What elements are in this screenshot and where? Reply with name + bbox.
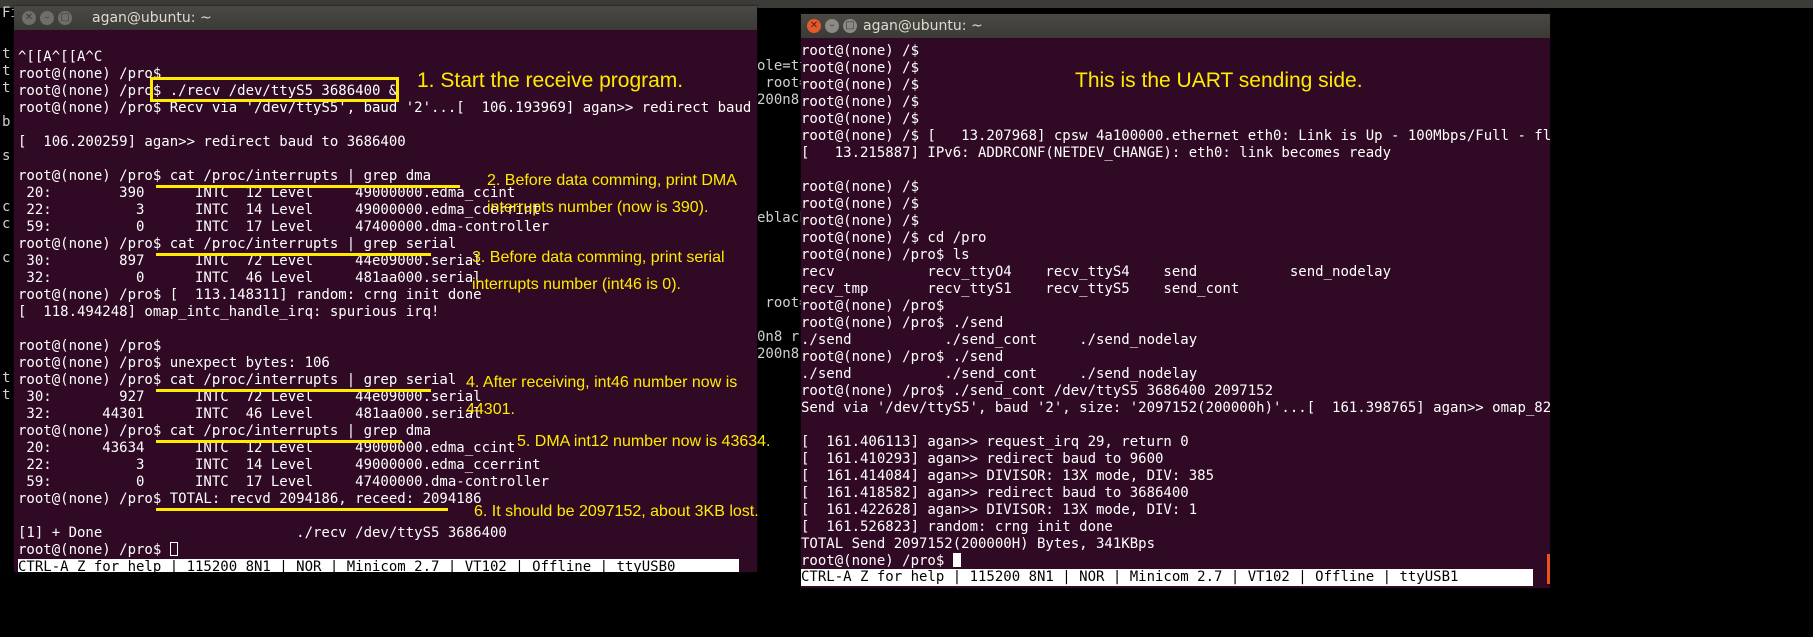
background-fragment-line: b	[2, 114, 11, 130]
background-fragment-line	[2, 131, 10, 148]
close-icon[interactable]: ✕	[807, 19, 821, 33]
background-fragment-line	[2, 182, 10, 199]
window-title: agan@ubuntu: ~	[92, 10, 212, 26]
terminal-line: [ 161.410293] agan>> redirect baud to 96…	[801, 451, 1164, 467]
background-fragment-line: t	[2, 46, 11, 62]
background-window-fragment-left-low: tt	[2, 370, 10, 404]
terminal-line: ^[[A^[[A^C	[18, 49, 103, 65]
background-fragment-line	[2, 233, 10, 250]
background-fragment-line	[2, 97, 10, 114]
minicom-status-bar: CTRL-A Z for help | 115200 8N1 | NOR | M…	[801, 569, 1533, 586]
terminal-line: root@(none) /pro$ ./send	[801, 349, 1004, 365]
maximize-icon[interactable]: □	[843, 19, 857, 33]
window-titlebar[interactable]: ✕ – □ agan@ubuntu: ~	[14, 6, 757, 30]
terminal-line: [ 161.422628] agan>> DIVISOR: 13X mode, …	[801, 502, 1198, 518]
terminal-line: root@(none) /pro$	[801, 553, 1550, 570]
highlight-underline	[156, 185, 460, 188]
terminal-line: root@(none) /pro$	[18, 542, 757, 559]
terminal-line: [ 118.494248] omap_intc_handle_irq: spur…	[18, 304, 440, 320]
background-fragment-line: t	[2, 370, 11, 386]
terminal-line: recv recv_ttyO4 recv_ttyS4 send send_nod…	[801, 264, 1392, 280]
background-fragment-line: c	[2, 199, 11, 215]
terminal-line: recv_tmp recv_ttyS1 recv_ttyS5 send_cont	[801, 281, 1240, 297]
annotation-step-6: 6. It should be 2097152, about 3KB lost.	[474, 503, 759, 520]
background-fragment-line: t	[2, 387, 11, 403]
terminal-line: 59: 0 INTC 17 Level 47400000.dma-control…	[18, 219, 550, 235]
terminal-cursor	[952, 553, 961, 567]
highlight-underline	[156, 508, 448, 511]
terminal-line: root@(none) /$	[801, 179, 920, 195]
annotation-sender-label: This is the UART sending side.	[1075, 69, 1363, 92]
terminal-line: root@(none) /$ [ 13.207968] cpsw 4a10000…	[801, 128, 1550, 144]
annotation-step-2-line-2: interrupts number (now is 390).	[487, 199, 709, 216]
terminal-line: [ 161.414084] agan>> DIVISOR: 13X mode, …	[801, 468, 1215, 484]
terminal-line: root@(none) /pro$	[801, 298, 945, 314]
terminal-line: [ 161.526823] random: crng init done	[801, 519, 1113, 535]
close-icon[interactable]: ✕	[22, 11, 36, 25]
terminal-line: TOTAL Send 2097152(200000H) Bytes, 341KB…	[801, 536, 1156, 552]
background-window-fragment-left: tttbsccc	[2, 46, 10, 267]
terminal-line: Send via '/dev/ttyS5', baud '2', size: '…	[801, 400, 1550, 416]
window-titlebar[interactable]: ✕ – □ agan@ubuntu: ~	[801, 14, 1550, 38]
terminal-line: [1] + Done ./recv /dev/ttyS5 3686400	[18, 525, 507, 541]
annotation-step-4-line-1: 4. After receiving, int46 number now is	[466, 374, 738, 391]
highlight-box-recv-command	[150, 77, 399, 102]
terminal-line: ./send ./send_cont ./send_nodelay	[801, 366, 1198, 382]
background-fragment-line: t	[2, 63, 11, 79]
background-fragment-line: s	[2, 148, 11, 164]
annotation-step-1: 1. Start the receive program.	[417, 69, 684, 92]
terminal-cursor	[169, 542, 178, 556]
terminal-line: 22: 3 INTC 14 Level 49000000.edma_ccerri…	[18, 457, 541, 473]
terminal-line: root@(none) /$	[801, 94, 920, 110]
maximize-icon[interactable]: □	[58, 11, 72, 25]
terminal-line: root@(none) /pro$ ./send	[801, 315, 1004, 331]
background-fragment-line: c	[2, 250, 11, 266]
terminal-line: root@(none) /pro$	[18, 338, 162, 354]
terminal-line: root@(none) /pro$ ls	[801, 247, 970, 263]
terminal-line: root@(none) /$	[801, 111, 920, 127]
terminal-line: root@(none) /$	[801, 196, 920, 212]
minimize-icon[interactable]: –	[40, 11, 54, 25]
terminal-line: root@(none) /$	[801, 213, 920, 229]
terminal-line: root@(none) /pro$ ./send_cont /dev/ttyS5…	[801, 383, 1274, 399]
background-fragment-line	[2, 165, 10, 182]
highlight-underline	[156, 440, 402, 443]
annotation-step-3-line-2: interrupts number (int46 is 0).	[472, 276, 681, 293]
background-fragment-line: c	[2, 216, 11, 232]
background-fragment-line: t	[2, 80, 11, 96]
annotation-step-2-line-1: 2. Before data comming, print DMA	[487, 172, 737, 189]
terminal-line: [ 106.200259] agan>> redirect baud to 36…	[18, 134, 406, 150]
terminal-window-send[interactable]: ✕ – □ agan@ubuntu: ~ root@(none) /$ root@…	[801, 14, 1550, 588]
annotation-step-3-line-1: 3. Before data comming, print serial	[472, 249, 725, 266]
terminal-line: ./send ./send_cont ./send_nodelay	[801, 332, 1198, 348]
terminal-line: root@(none) /$	[801, 43, 920, 59]
annotation-step-4-line-2: 44301.	[466, 401, 515, 418]
annotation-step-5: 5. DMA int12 number now is 43634.	[517, 433, 771, 450]
terminal-line: root@(none) /$ cd /pro	[801, 230, 987, 246]
terminal-line: [ 161.418582] agan>> redirect baud to 36…	[801, 485, 1189, 501]
terminal-line: root@(none) /pro$ Recv via '/dev/ttyS5',…	[18, 100, 757, 116]
terminal-line: 32: 44301 INTC 46 Level 481aa000.serial	[18, 406, 482, 422]
highlight-underline	[156, 253, 431, 256]
scrollbar-indicator[interactable]	[1547, 554, 1550, 584]
terminal-output[interactable]: root@(none) /$ root@(none) /$ root@(none) …	[801, 43, 1550, 570]
window-title: agan@ubuntu: ~	[863, 18, 983, 34]
highlight-underline	[156, 389, 431, 392]
terminal-line: [ 161.406113] agan>> request_irq 29, ret…	[801, 434, 1189, 450]
terminal-line: 59: 0 INTC 17 Level 47400000.dma-control…	[18, 474, 550, 490]
minicom-status-bar: CTRL-A Z for help | 115200 8N1 | NOR | M…	[18, 559, 739, 572]
minimize-icon[interactable]: –	[825, 19, 839, 33]
terminal-line: [ 13.215887] IPv6: ADDRCONF(NETDEV_CHANG…	[801, 145, 1392, 161]
